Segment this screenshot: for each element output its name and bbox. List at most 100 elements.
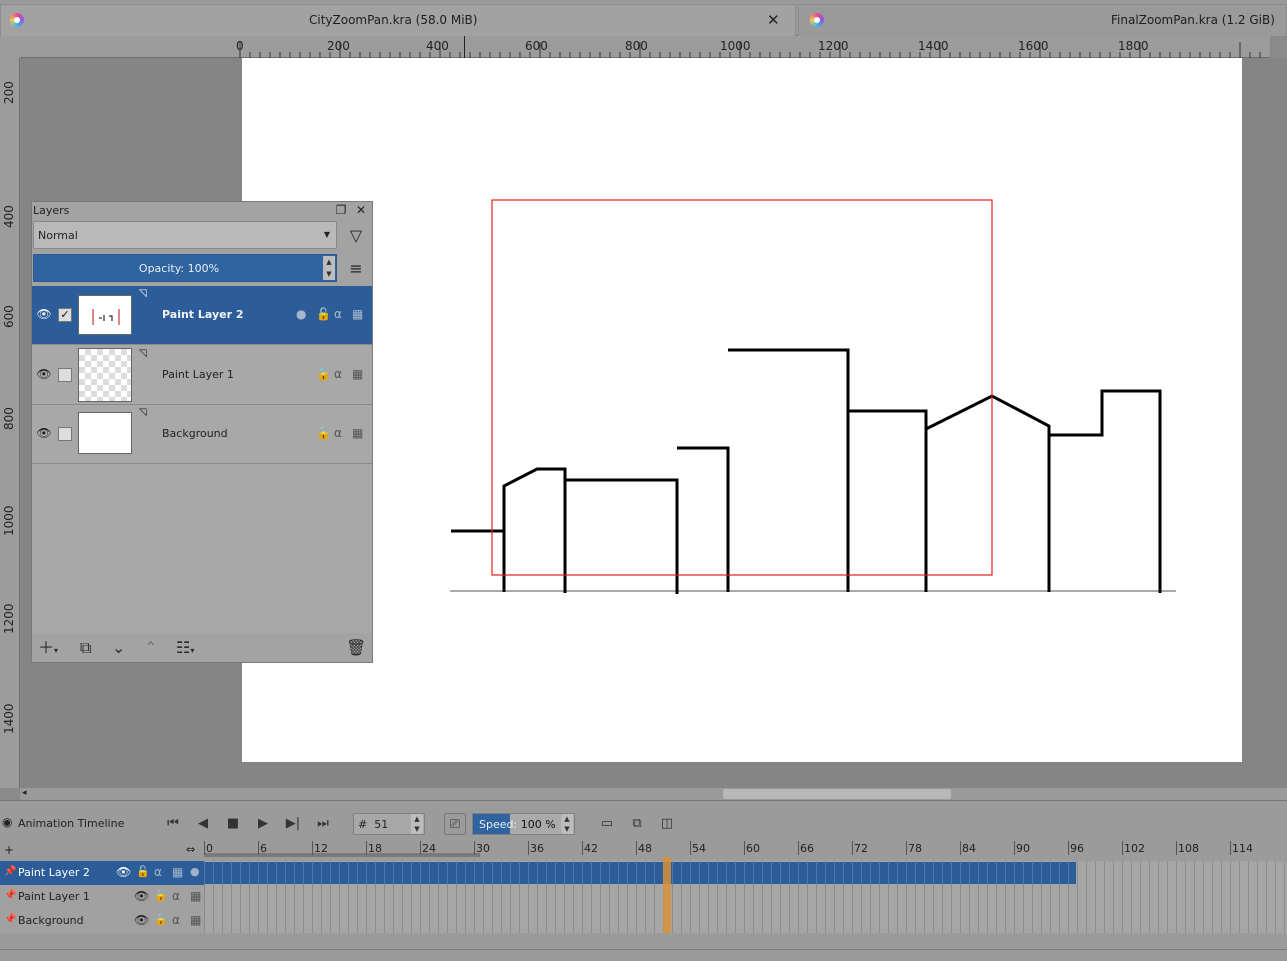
inherit-alpha-icon[interactable]: ▦ xyxy=(190,913,201,927)
lock-icon[interactable]: 🔒 xyxy=(316,426,331,440)
frame-tick-label: 60 xyxy=(746,842,760,855)
first-frame-icon[interactable]: ⏮ xyxy=(162,813,184,835)
timeline-row-background[interactable]: 📌 Background 👁 🔒 α ▦ xyxy=(0,909,1287,933)
alpha-icon[interactable]: α xyxy=(154,865,162,879)
hamburger-menu-icon[interactable]: ≡ xyxy=(344,257,368,281)
lock-icon[interactable]: 🔓 xyxy=(316,307,331,321)
playback-speed-slider[interactable]: Speed: 100 % ▲ ▼ xyxy=(472,813,575,835)
layer-row-background[interactable]: 👁 ◹ Background 🔒 α ▦ xyxy=(32,405,372,464)
tab-finalzoompan[interactable]: FinalZoomPan.kra (1.2 GiB) xyxy=(798,4,1287,36)
pin-icon[interactable]: 📌 xyxy=(4,890,16,901)
onion-skin-icon[interactable]: ● xyxy=(296,307,306,321)
onion-skins-icon[interactable]: ⧉ xyxy=(626,813,648,835)
timeline-frame-ruler[interactable]: 0 6 12 18 24 30 36 42 48 54 60 66 72 78 84 90 96 102 108 11… xyxy=(204,839,1287,857)
eye-icon[interactable]: 👁 xyxy=(116,865,131,879)
float-docker-icon[interactable]: ❐ xyxy=(334,203,348,217)
docker-lock-icon[interactable]: ◉ xyxy=(2,815,12,829)
lock-icon[interactable]: 🔒 xyxy=(154,913,168,926)
layer-row-paint-layer-2[interactable]: 👁 ✓ ◹ Paint Layer 2 ● 🔓 α ▦ xyxy=(32,286,372,345)
eye-icon[interactable]: 👁 xyxy=(134,913,149,927)
eye-icon[interactable]: 👁 xyxy=(134,889,149,903)
blend-mode-select[interactable]: Normal ▼ xyxy=(33,221,337,249)
layer-row-paint-layer-1[interactable]: 👁 ◹ Paint Layer 1 🔓 α ▦ xyxy=(32,346,372,405)
timeline-row-header[interactable]: 📌 Paint Layer 2 👁 🔓 α ▦ ● xyxy=(0,861,204,885)
next-frame-icon[interactable]: ▶| xyxy=(282,813,304,835)
pin-icon[interactable]: 📌 xyxy=(4,866,16,877)
onion-skin-icon[interactable]: ● xyxy=(190,865,200,878)
frame-tick xyxy=(1014,841,1015,855)
alpha-icon[interactable]: α xyxy=(334,426,342,440)
alpha-icon[interactable]: α xyxy=(334,307,342,321)
ruler-label: 1000 xyxy=(720,39,751,53)
inherit-alpha-icon[interactable]: ▦ xyxy=(352,426,363,440)
drop-frames-icon[interactable]: ⎚ xyxy=(444,813,466,835)
play-icon[interactable]: ▶ xyxy=(252,813,274,835)
frame-tick-label: 6 xyxy=(260,842,267,855)
opacity-slider[interactable]: Opacity: 100% ▲ ▼ xyxy=(33,254,337,282)
eye-icon[interactable]: 👁 xyxy=(36,367,52,383)
timeline-scrollbar[interactable] xyxy=(0,949,1287,961)
frame-cells[interactable] xyxy=(204,861,1287,885)
keyframe-range[interactable] xyxy=(204,862,1076,884)
timeline-row-header[interactable]: 📌 Paint Layer 1 👁 🔓 α ▦ xyxy=(0,885,204,909)
add-layer-icon[interactable]: + xyxy=(4,843,14,857)
trash-icon[interactable]: 🗑 xyxy=(346,637,366,659)
inherit-alpha-icon[interactable]: ▦ xyxy=(352,307,363,321)
frame-tick-label: 66 xyxy=(800,842,814,855)
filter-icon[interactable]: ▽ xyxy=(344,224,368,248)
alpha-icon[interactable]: α xyxy=(172,889,180,903)
timeline-row-paint-layer-2[interactable]: 📌 Paint Layer 2 👁 🔓 α ▦ ● xyxy=(0,861,1287,885)
frame-tick-label: 48 xyxy=(638,842,652,855)
lock-icon[interactable]: 🔓 xyxy=(154,889,168,902)
frame-cells[interactable] xyxy=(204,885,1287,909)
move-down-icon[interactable]: ⌄ xyxy=(112,637,125,659)
scrollbar-thumb[interactable] xyxy=(723,789,951,799)
city-drawing xyxy=(450,199,1176,594)
canvas-page[interactable] xyxy=(242,58,1242,762)
frame-cells[interactable] xyxy=(204,909,1287,933)
frame-tick xyxy=(852,841,853,855)
auto-key-icon[interactable]: ◫ xyxy=(656,813,678,835)
alpha-icon[interactable]: α xyxy=(334,367,342,381)
stop-icon[interactable]: ■ xyxy=(222,813,244,835)
current-frame-input[interactable]: # 51 ▲ ▼ xyxy=(353,813,425,835)
close-icon[interactable]: ✕ xyxy=(354,203,368,217)
frame-spinner[interactable]: ▲ ▼ xyxy=(411,814,423,834)
frame-tick-label: 30 xyxy=(476,842,490,855)
speed-spinner[interactable]: ▲ ▼ xyxy=(561,814,573,834)
lock-icon[interactable]: 🔓 xyxy=(136,865,150,878)
frame-tick xyxy=(960,841,961,855)
lock-icon[interactable]: 🔓 xyxy=(316,367,331,381)
layer-checkbox[interactable] xyxy=(58,368,72,382)
scroll-left-icon[interactable]: ◂ xyxy=(22,788,27,798)
add-layer-icon[interactable]: ＋▾ xyxy=(38,637,58,659)
frame-view-icon[interactable]: ▭ xyxy=(596,813,618,835)
frame-number: 51 xyxy=(374,818,389,831)
frame-tick xyxy=(312,841,313,855)
docker-title: Layers xyxy=(33,204,70,217)
inherit-alpha-icon[interactable]: ▦ xyxy=(352,367,363,381)
pin-icon[interactable]: 📌 xyxy=(4,914,16,925)
timeline-row-header[interactable]: 📌 Background 👁 🔒 α ▦ xyxy=(0,909,204,933)
tab-cityzoompan[interactable]: CityZoomPan.kra (58.0 MiB) ✕ xyxy=(0,4,796,36)
frame-tick-label: 84 xyxy=(962,842,976,855)
layer-checkbox[interactable] xyxy=(58,427,72,441)
alpha-icon[interactable]: α xyxy=(172,913,180,927)
eye-icon[interactable]: 👁 xyxy=(36,426,52,442)
layer-thumbnail xyxy=(78,348,132,402)
last-frame-icon[interactable]: ⏭ xyxy=(312,813,334,835)
previous-frame-icon[interactable]: ◀ xyxy=(192,813,214,835)
close-icon[interactable]: ✕ xyxy=(767,11,780,29)
eye-icon[interactable]: 👁 xyxy=(36,307,52,323)
properties-icon[interactable]: ☷▾ xyxy=(176,637,194,659)
layer-checkbox[interactable]: ✓ xyxy=(58,308,72,322)
timeline-row-paint-layer-1[interactable]: 📌 Paint Layer 1 👁 🔓 α ▦ xyxy=(0,885,1287,909)
opacity-spinner[interactable]: ▲ ▼ xyxy=(323,256,335,280)
playhead[interactable] xyxy=(663,857,671,933)
inherit-alpha-icon[interactable]: ▦ xyxy=(190,889,201,903)
inherit-alpha-icon[interactable]: ▦ xyxy=(172,865,183,879)
zoom-fit-icon[interactable]: ⇔ xyxy=(186,843,195,856)
move-up-icon[interactable]: ⌃ xyxy=(144,637,157,659)
duplicate-icon[interactable]: ⧉ xyxy=(80,637,91,659)
horizontal-scrollbar[interactable]: ◂ xyxy=(20,788,1287,800)
